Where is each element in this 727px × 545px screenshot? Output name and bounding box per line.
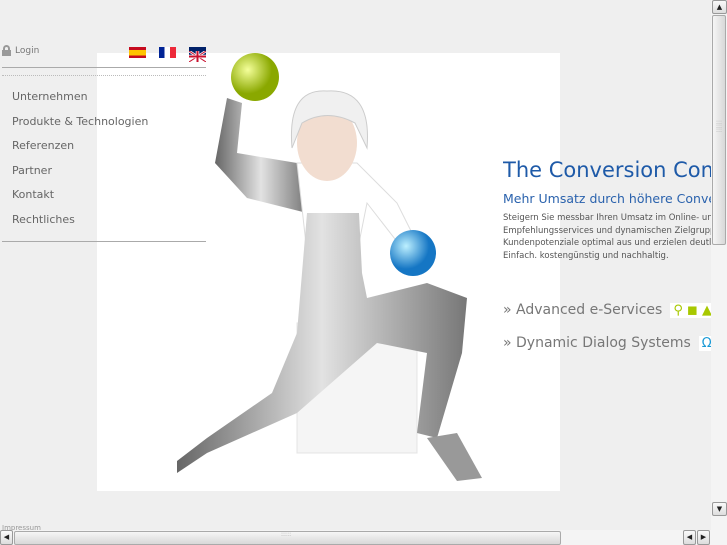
service-label: » Advanced e-Services: [503, 302, 663, 318]
intro-text: Steigern Sie messbar Ihren Umsatz im Onl…: [503, 212, 711, 262]
login-label: Login: [15, 45, 40, 56]
service-label: » Dynamic Dialog Systems: [503, 335, 691, 351]
intro-line: Empfehlungsservices und dynamischen Ziel…: [503, 225, 711, 236]
divider: [2, 241, 206, 242]
intro-line: Einfach. kostengünstig und nachhaltig.: [503, 250, 669, 261]
intro-line: Steigern Sie messbar Ihren Umsatz im Onl…: [503, 213, 711, 223]
nav-item-referenzen[interactable]: Referenzen: [12, 139, 148, 164]
page-subtitle: Mehr Umsatz durch höhere Convers: [503, 191, 711, 206]
lock-icon: [2, 45, 11, 56]
nav-item-kontakt[interactable]: Kontakt: [12, 188, 148, 213]
silver-figure-illustration: [177, 53, 482, 481]
search-icon: ⚲: [673, 302, 683, 318]
fr-flag-icon[interactable]: [159, 47, 176, 58]
vertical-scrollbar[interactable]: ▲ ::::::::: ▼: [711, 0, 727, 530]
scroll-left-button[interactable]: ◀: [0, 530, 13, 545]
intro-line: Kundenpotenziale optimal aus und erziele…: [503, 238, 711, 248]
login-link[interactable]: Login: [2, 45, 39, 56]
shopping-bag-icon: ◼: [687, 302, 698, 318]
divider: [2, 67, 206, 68]
main-nav: Unternehmen Produkte & Technologien Refe…: [12, 90, 148, 238]
service-advanced-e-services[interactable]: » Advanced e-Services ⚲ ◼ ▲: [503, 302, 721, 318]
nav-item-partner[interactable]: Partner: [12, 164, 148, 189]
page-title: The Conversion Comp: [503, 158, 711, 182]
vertical-scroll-thumb[interactable]: :::::::::: [712, 15, 726, 245]
horizontal-scroll-thumb[interactable]: :::::: [14, 531, 561, 545]
divider: [2, 75, 206, 76]
scroll-down-button[interactable]: ▼: [712, 502, 727, 516]
es-flag-icon[interactable]: [129, 47, 146, 58]
nav-item-produkte[interactable]: Produkte & Technologien: [12, 115, 148, 140]
scroll-up-button[interactable]: ▲: [712, 0, 727, 14]
scroll-left-button-2[interactable]: ◀: [683, 530, 696, 545]
nav-item-unternehmen[interactable]: Unternehmen: [12, 90, 148, 115]
uk-flag-icon[interactable]: [188, 47, 207, 64]
scroll-right-button[interactable]: ▶: [697, 530, 710, 545]
horizontal-scrollbar[interactable]: ◀ ::::: ◀ ▶: [0, 530, 727, 545]
nav-item-rechtliches[interactable]: Rechtliches: [12, 213, 148, 238]
service-dynamic-dialog-systems[interactable]: » Dynamic Dialog Systems Ω: [503, 335, 715, 351]
hero-image: [97, 53, 560, 491]
